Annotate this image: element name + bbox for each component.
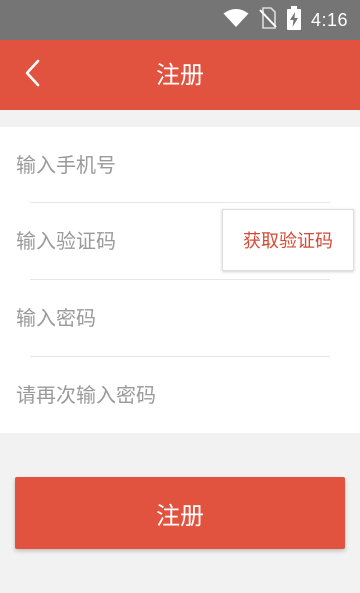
confirm-password-input[interactable] (16, 357, 336, 433)
register-form (0, 127, 360, 433)
wifi-icon (223, 8, 249, 32)
phone-input[interactable] (16, 127, 216, 203)
password-input[interactable] (16, 280, 216, 356)
page-title: 注册 (156, 61, 204, 89)
status-icons: 4:16 (223, 0, 348, 40)
status-bar: 4:16 (0, 0, 360, 40)
phone-field-row (0, 127, 360, 203)
verification-code-input[interactable] (16, 203, 216, 279)
battery-charging-icon (286, 6, 301, 34)
app-bar: 注册 (0, 40, 360, 110)
no-sim-icon (259, 7, 277, 33)
get-verification-code-button[interactable]: 获取验证码 (222, 209, 354, 271)
confirm-password-field-row (0, 357, 360, 433)
status-time: 4:16 (310, 9, 348, 30)
chevron-left-icon (24, 59, 40, 91)
back-button[interactable] (10, 52, 54, 98)
password-field-row (0, 280, 360, 356)
register-button[interactable]: 注册 (15, 477, 345, 549)
